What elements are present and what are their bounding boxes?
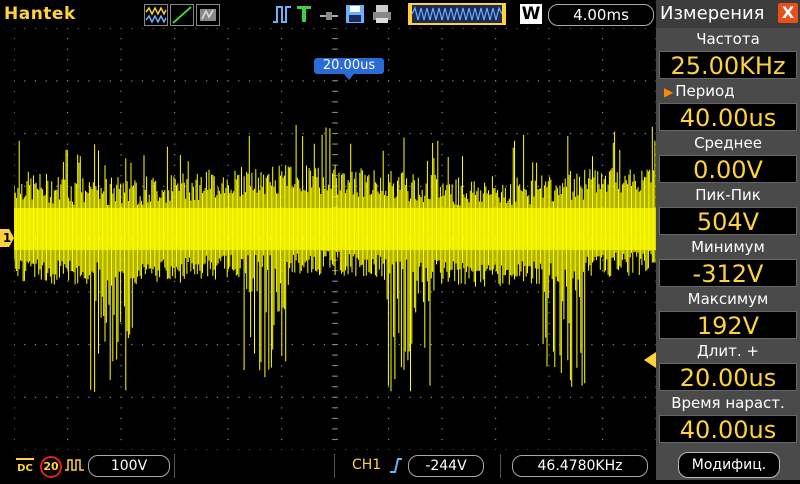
pulse-icon[interactable] (272, 4, 292, 24)
memory-waveform-icon[interactable] (408, 3, 506, 25)
measure-label-mean: Среднее (656, 132, 800, 154)
divider (334, 454, 335, 478)
print-icon[interactable] (372, 4, 392, 24)
ch1-trace-path (14, 125, 656, 392)
brand-logo: Hantek (4, 4, 76, 24)
measure-value-rise-time[interactable]: 40.00us (659, 415, 797, 444)
divider (174, 454, 175, 478)
trigger-level-marker[interactable] (642, 352, 656, 368)
rising-edge-icon[interactable] (389, 456, 403, 474)
measurements-panel: Измерения X Частота 25.00KHz Период 40.0… (656, 0, 800, 480)
measure-value-frequency[interactable]: 25.00KHz (659, 51, 797, 80)
coupling-dc-indicator[interactable]: DC (14, 454, 36, 476)
close-icon[interactable]: X (778, 3, 798, 23)
wave-auto-icon[interactable] (144, 4, 168, 26)
measure-label-peak-to-peak: Пик-Пик (656, 184, 800, 206)
measure-label-minimum: Минимум (656, 236, 800, 258)
waveform-display[interactable]: 20.00us (14, 28, 656, 450)
trigger-position-marker[interactable]: 20.00us (314, 58, 384, 80)
measure-value-period[interactable]: 40.00us (659, 103, 797, 132)
acquire-mode-indicator: W (520, 4, 542, 24)
trigger-source-label[interactable]: CH1 (352, 457, 381, 473)
measure-label-rise-time: Время нараст. (656, 392, 800, 414)
ch1-ground-marker[interactable]: 1 (0, 229, 14, 247)
wave-normal-icon[interactable] (170, 4, 194, 26)
volts-div-readout[interactable]: 100V (88, 455, 170, 477)
modify-button[interactable]: Модифиц. (678, 452, 780, 478)
trigger-level-readout[interactable]: -244V (408, 455, 484, 477)
panel-header: Измерения X (656, 0, 800, 28)
save-icon[interactable] (345, 4, 365, 24)
status-bar: DC 20 100V CH1 -244V 46.4780KHz (0, 450, 656, 480)
measure-label-period: Период (656, 80, 800, 102)
measure-value-mean[interactable]: 0.00V (659, 155, 797, 184)
ac-dc-pulse-icon (65, 459, 84, 471)
measure-value-maximum[interactable]: 192V (659, 311, 797, 340)
frequency-counter-readout[interactable]: 46.4780KHz (512, 455, 648, 477)
wave-single-icon[interactable] (196, 4, 220, 26)
top-toolbar: Hantek W 4.00ms (0, 0, 656, 28)
timebase-readout[interactable]: 4.00ms (548, 4, 654, 26)
probe-icon[interactable] (318, 4, 340, 24)
measure-value-pos-width[interactable]: 20.00us (659, 363, 797, 392)
measure-value-peak-to-peak[interactable]: 504V (659, 207, 797, 236)
bandwidth-limit-indicator[interactable]: 20 (40, 456, 62, 478)
trigger-t-icon[interactable] (296, 4, 312, 24)
panel-title: Измерения (660, 3, 765, 24)
measure-label-maximum: Максимум (656, 288, 800, 310)
measure-label-frequency: Частота (656, 28, 800, 50)
ch1-waveform-trace (14, 125, 656, 392)
measure-value-minimum[interactable]: -312V (659, 259, 797, 288)
measure-label-pos-width: Длит. + (656, 340, 800, 362)
divider (500, 454, 501, 478)
